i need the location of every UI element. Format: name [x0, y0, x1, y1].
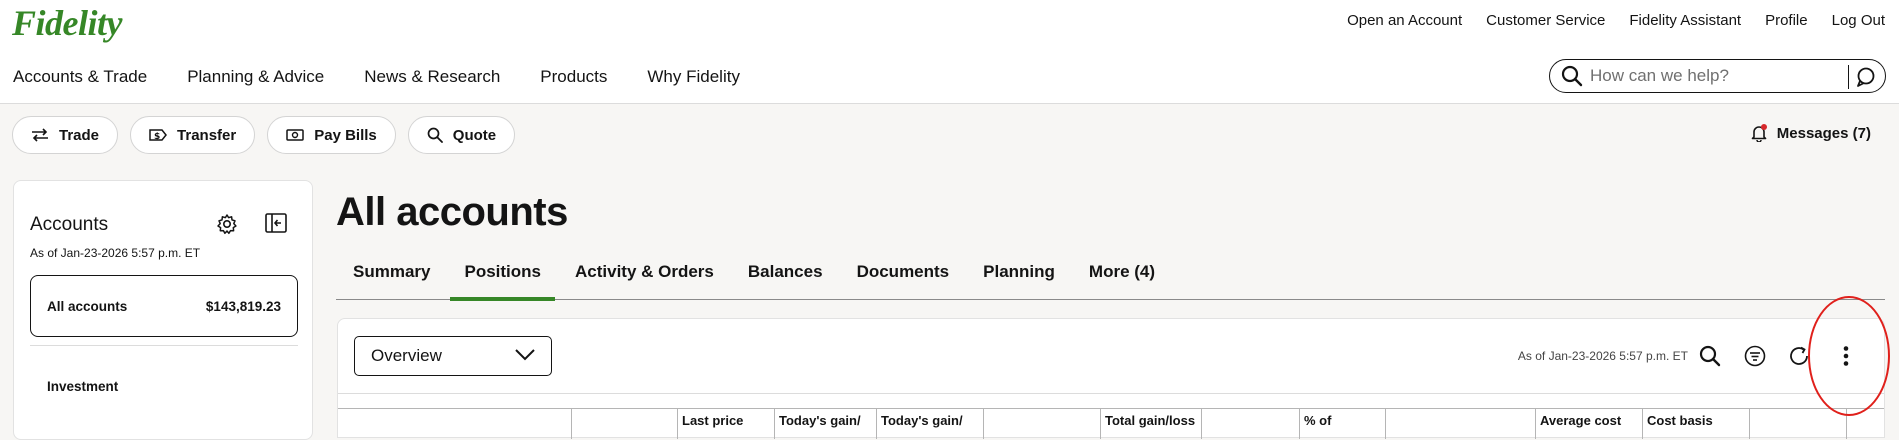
- column-header[interactable]: [1201, 409, 1299, 439]
- quick-actions: Trade $ Transfer Pay Bills Quote: [12, 116, 516, 154]
- all-accounts-value: $143,819.23: [205, 298, 281, 314]
- nav-news-research[interactable]: News & Research: [364, 67, 500, 87]
- main-nav: Accounts & Trade Planning & Advice News …: [13, 67, 780, 87]
- cash-icon: [286, 128, 304, 142]
- panel-divider: [338, 393, 1884, 394]
- nav-planning-advice[interactable]: Planning & Advice: [187, 67, 324, 87]
- fidelity-logo[interactable]: Fidelity: [12, 2, 122, 44]
- transfer-label: Transfer: [177, 126, 237, 144]
- positions-panel: Overview As of Jan-23-2026 5:57 p.m. ET …: [337, 318, 1885, 439]
- accounts-sidebar: Accounts As of Jan-23-2026 5:57 p.m. ET …: [13, 180, 313, 440]
- tab-balances[interactable]: Balances: [731, 254, 840, 300]
- tab-activity-orders[interactable]: Activity & Orders: [558, 254, 731, 300]
- column-header[interactable]: [1385, 409, 1535, 439]
- sidebar-divider: [30, 345, 298, 346]
- view-select-value: Overview: [371, 346, 442, 365]
- nav-why-fidelity[interactable]: Why Fidelity: [647, 67, 740, 87]
- utility-link-profile[interactable]: Profile: [1765, 12, 1808, 29]
- utility-link-fidelity-assistant[interactable]: Fidelity Assistant: [1629, 12, 1741, 29]
- site-header: Fidelity Open an Account Customer Servic…: [0, 0, 1899, 104]
- transfer-button[interactable]: $ Transfer: [130, 116, 256, 154]
- quote-label: Quote: [452, 126, 497, 144]
- page-title: All accounts: [336, 190, 568, 234]
- search-icon: [427, 127, 443, 143]
- more-vertical-icon[interactable]: [1833, 343, 1859, 369]
- utility-nav: Open an Account Customer Service Fidelit…: [1323, 12, 1885, 29]
- collapse-sidebar-icon[interactable]: [265, 213, 289, 235]
- utility-link-log-out[interactable]: Log Out: [1832, 12, 1885, 29]
- search-icon[interactable]: [1560, 64, 1584, 88]
- sidebar-title: Accounts: [30, 214, 109, 235]
- column-header-todays-gain-percent[interactable]: Today's gain/: [876, 409, 983, 439]
- all-accounts-item[interactable]: All accounts $143,819.23: [30, 275, 298, 337]
- messages-label: Messages (7): [1776, 124, 1871, 142]
- swap-arrows-icon: [31, 128, 49, 142]
- tab-documents[interactable]: Documents: [840, 254, 967, 300]
- tab-positions[interactable]: Positions: [447, 254, 558, 301]
- nav-accounts-trade[interactable]: Accounts & Trade: [13, 67, 147, 87]
- column-header[interactable]: [571, 409, 677, 439]
- column-header-percent-of-account[interactable]: % of: [1299, 409, 1385, 439]
- dollar-transfer-icon: $: [149, 128, 167, 142]
- column-header-average-cost[interactable]: Average cost: [1535, 409, 1642, 439]
- gear-icon[interactable]: [216, 213, 238, 235]
- svg-text:$: $: [154, 132, 160, 142]
- trade-label: Trade: [59, 126, 100, 144]
- all-accounts-label: All accounts: [47, 298, 128, 314]
- utility-link-customer-service[interactable]: Customer Service: [1486, 12, 1605, 29]
- search-input[interactable]: [1590, 66, 1850, 86]
- chevron-down-icon: [515, 346, 535, 366]
- sidebar-as-of: As of Jan-23-2026 5:57 p.m. ET: [30, 246, 201, 260]
- column-header[interactable]: [1749, 409, 1846, 439]
- bell-icon: [1751, 124, 1767, 143]
- chat-icon[interactable]: [1855, 66, 1877, 88]
- messages-button[interactable]: Messages (7): [1751, 124, 1871, 143]
- tab-summary[interactable]: Summary: [336, 254, 447, 300]
- search-divider: [1848, 65, 1849, 89]
- account-tabs: Summary Positions Activity & Orders Bala…: [336, 254, 1885, 301]
- column-header-last-price[interactable]: Last price: [677, 409, 774, 439]
- positions-table-header: Last price Today's gain/ Today's gain/ T…: [338, 408, 1884, 439]
- quote-button[interactable]: Quote: [407, 116, 516, 154]
- column-header-cost-basis[interactable]: Cost basis: [1642, 409, 1749, 439]
- positions-as-of: As of Jan-23-2026 5:57 p.m. ET: [1517, 349, 1688, 363]
- unread-dot: [1760, 124, 1767, 130]
- column-header[interactable]: [1846, 409, 1884, 439]
- column-header-todays-gain-dollar[interactable]: Today's gain/: [774, 409, 876, 439]
- column-header[interactable]: [338, 409, 571, 439]
- column-header-total-gain-loss[interactable]: Total gain/loss: [1100, 409, 1201, 439]
- pay-bills-label: Pay Bills: [314, 126, 377, 144]
- tab-planning[interactable]: Planning: [966, 254, 1072, 300]
- nav-products[interactable]: Products: [540, 67, 607, 87]
- tab-more[interactable]: More (4): [1072, 254, 1172, 300]
- utility-link-open-account[interactable]: Open an Account: [1347, 12, 1462, 29]
- trade-button[interactable]: Trade: [12, 116, 119, 154]
- site-search: [1549, 59, 1886, 93]
- pay-bills-button[interactable]: Pay Bills: [267, 116, 396, 154]
- refresh-icon[interactable]: [1786, 343, 1812, 369]
- column-header[interactable]: [983, 409, 1100, 439]
- sidebar-group-investment[interactable]: Investment: [47, 379, 118, 394]
- filter-icon[interactable]: [1742, 343, 1768, 369]
- search-icon[interactable]: [1697, 343, 1723, 369]
- view-select[interactable]: Overview: [354, 336, 552, 376]
